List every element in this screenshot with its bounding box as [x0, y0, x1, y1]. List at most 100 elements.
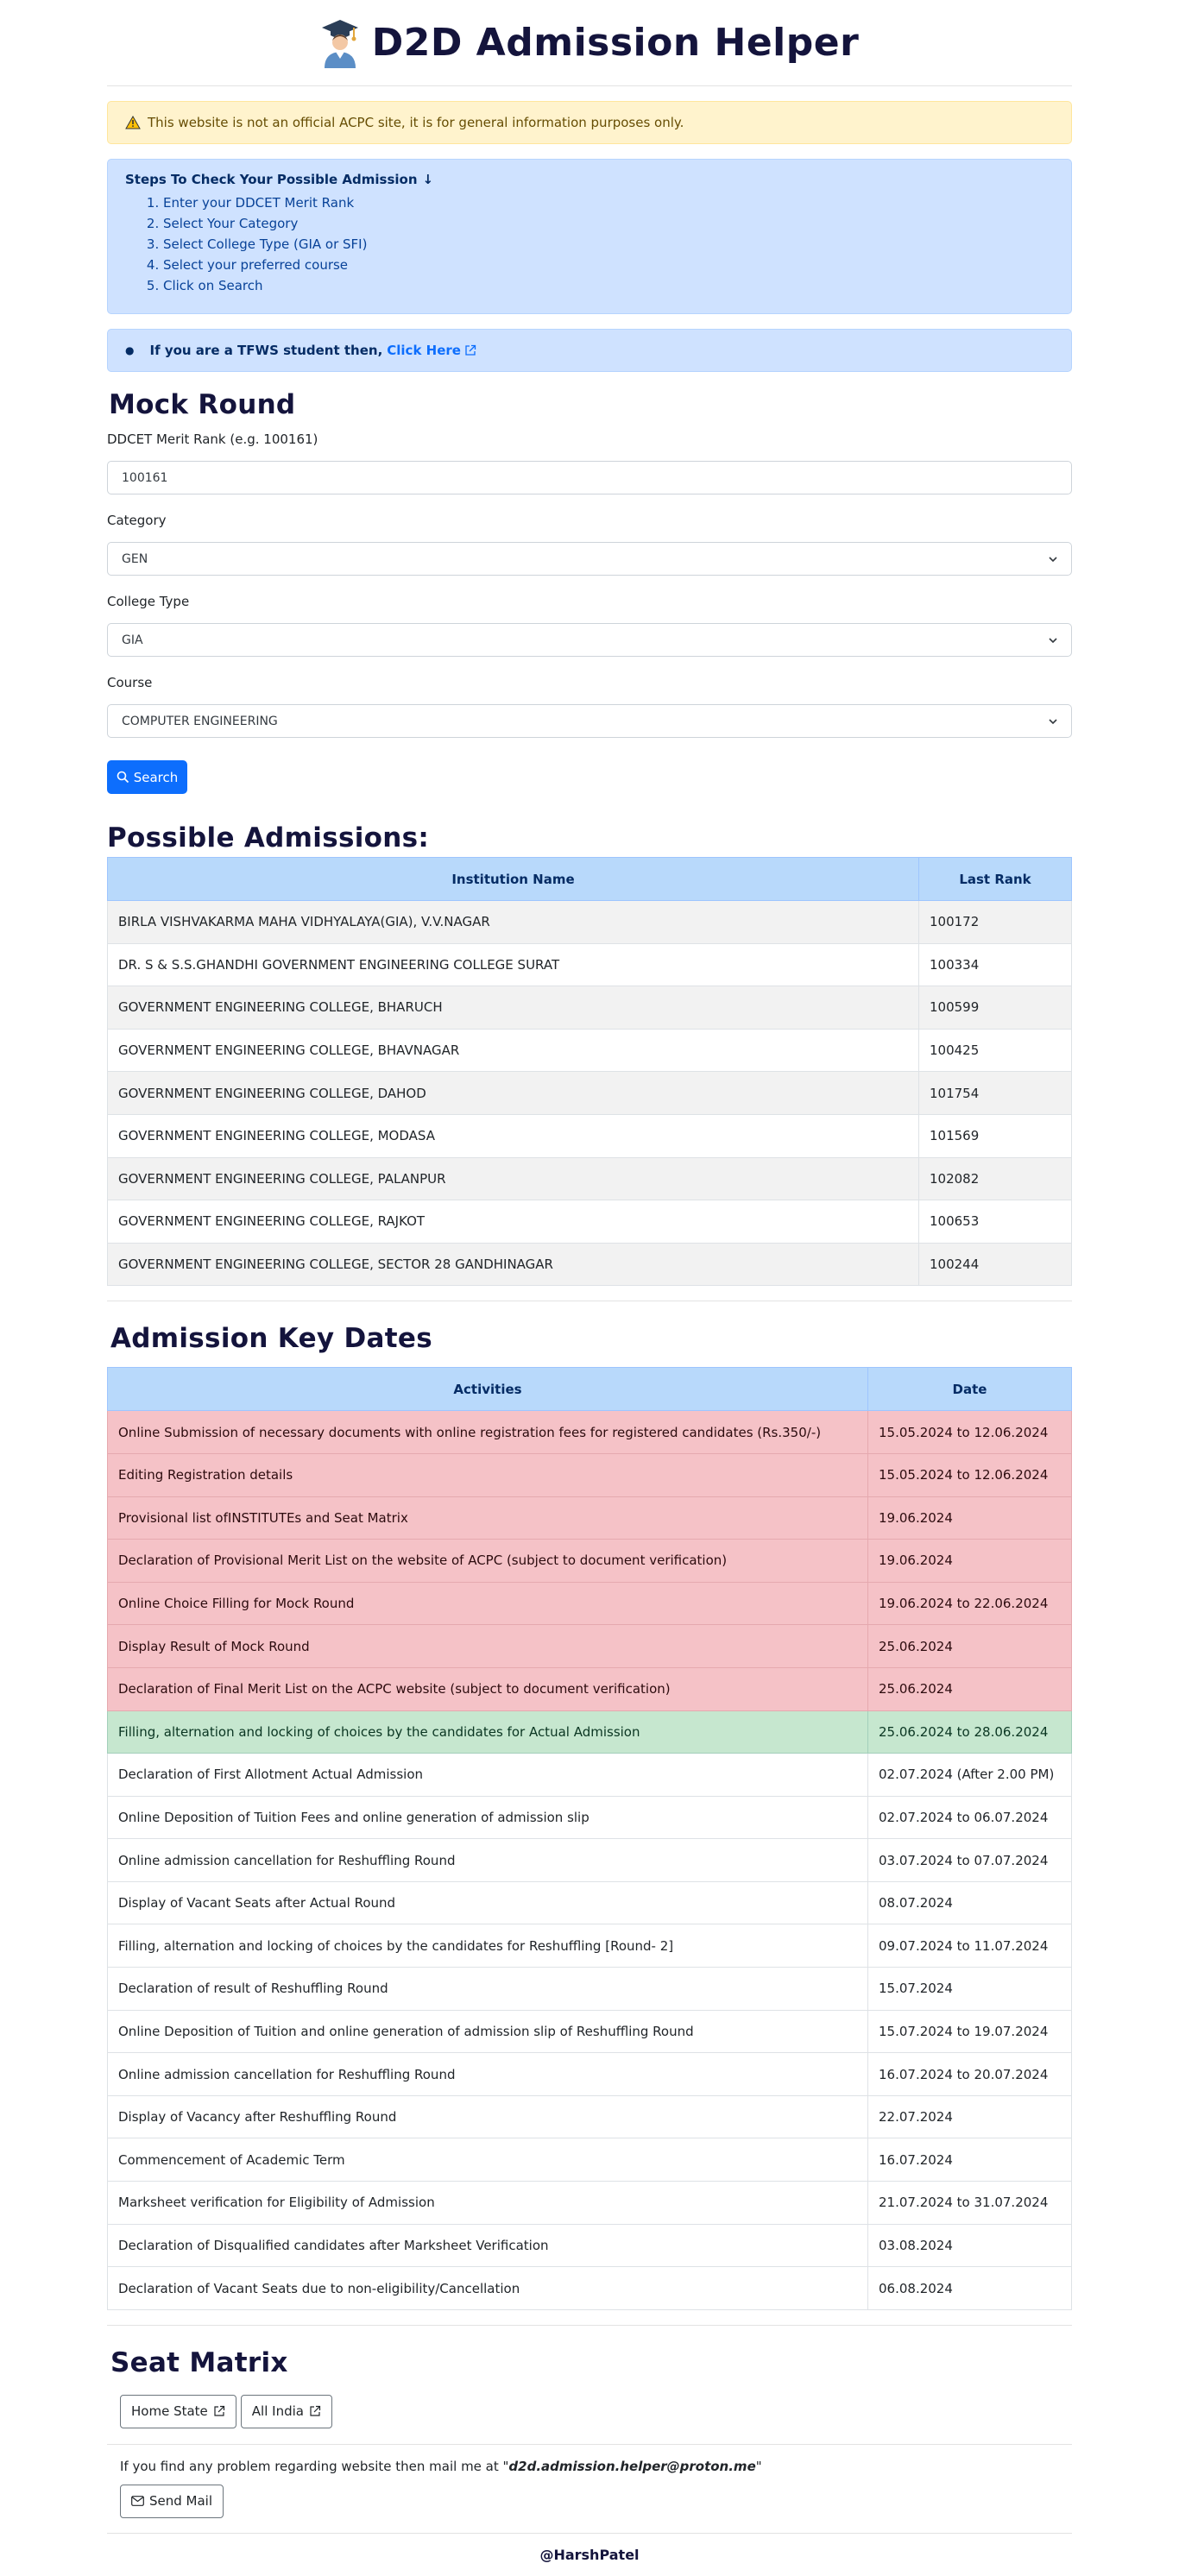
activity-cell: Online Submission of necessary documents…	[107, 1410, 868, 1454]
date-cell: 19.06.2024 to 22.06.2024	[867, 1581, 1072, 1626]
rank-input[interactable]: 100161	[107, 461, 1072, 494]
home-state-label: Home State	[131, 2403, 208, 2420]
category-select[interactable]: GEN	[107, 542, 1072, 576]
table-row: Declaration of Final Merit List on the A…	[107, 1666, 1072, 1711]
step-item: Click on Search	[163, 275, 1054, 296]
institution-cell: GOVERNMENT ENGINEERING COLLEGE, BHARUCH	[107, 986, 919, 1030]
table-row: Provisional list ofINSTITUTEs and Seat M…	[107, 1496, 1072, 1540]
send-mail-button[interactable]: Send Mail	[120, 2484, 224, 2518]
step-item: Enter your DDCET Merit Rank	[163, 192, 1054, 213]
contact-prefix: If you find any problem regarding websit…	[120, 2458, 509, 2474]
table-row: Filling, alternation and locking of choi…	[107, 1924, 1072, 1968]
date-cell: 06.08.2024	[867, 2266, 1072, 2310]
step-item: Select College Type (GIA or SFI)	[163, 234, 1054, 255]
seat-matrix-buttons: Home State All India	[120, 2394, 1072, 2428]
search-button[interactable]: Search	[107, 760, 187, 794]
table-row: GOVERNMENT ENGINEERING COLLEGE, MODASA 10…	[107, 1113, 1072, 1158]
mock-round-title: Mock Round	[109, 389, 296, 420]
home-state-button[interactable]: Home State	[120, 2394, 236, 2428]
key-dates-body: Online Submission of necessary documents…	[107, 1410, 1072, 2310]
all-india-button[interactable]: All India	[240, 2394, 332, 2428]
institution-cell: GOVERNMENT ENGINEERING COLLEGE, DAHOD	[107, 1071, 919, 1115]
date-cell: 16.07.2024	[867, 2138, 1072, 2182]
seat-matrix-title: Seat Matrix	[110, 2346, 288, 2378]
steps-alert: Steps To Check Your Possible Admission ↓…	[107, 159, 1072, 314]
college-type-group: College Type GIA	[107, 590, 1072, 665]
activity-cell: Declaration of First Allotment Actual Ad…	[107, 1753, 868, 1797]
site-header: D2D Admission Helper	[107, 0, 1072, 86]
envelope-icon	[131, 2496, 144, 2507]
rank-label: DDCET Merit Rank (e.g. 100161)	[107, 431, 318, 447]
institution-cell: DR. S & S.S.GHANDHI GOVERNMENT ENGINEERI…	[107, 942, 919, 987]
institution-cell: GOVERNMENT ENGINEERING COLLEGE, SECTOR 2…	[107, 1242, 919, 1287]
table-row: Display Result of Mock Round 25.06.2024	[107, 1624, 1072, 1668]
table-row: Online Deposition of Tuition Fees and on…	[107, 1795, 1072, 1840]
key-dates-table: Activities Date Online Submission of nec…	[107, 1367, 1072, 2310]
category-group: Category GEN	[107, 509, 1072, 584]
steps-title: Steps To Check Your Possible Admission	[125, 172, 418, 187]
disclaimer-alert: This website is not an official ACPC sit…	[107, 101, 1072, 144]
activity-cell: Marksheet verification for Eligibility o…	[107, 2181, 868, 2225]
date-cell: 19.06.2024	[867, 1496, 1072, 1540]
institution-cell: BIRLA VISHVAKARMA MAHA VIDHYALAYA(GIA), …	[107, 900, 919, 944]
tfws-alert: ● If you are a TFWS student then, Click …	[107, 329, 1072, 372]
last-rank-cell: 100172	[918, 900, 1072, 944]
footer-credit: @HarshPatel	[539, 2546, 640, 2563]
table-row: GOVERNMENT ENGINEERING COLLEGE, DAHOD 101…	[107, 1071, 1072, 1115]
date-cell: 25.06.2024 to 28.06.2024	[867, 1710, 1072, 1754]
search-label: Search	[133, 769, 179, 785]
page: D2D Admission Helper This website is not…	[107, 0, 1072, 2576]
table-row: GOVERNMENT ENGINEERING COLLEGE, RAJKOT 10…	[107, 1200, 1072, 1244]
table-row: Commencement of Academic Term 16.07.2024	[107, 2138, 1072, 2182]
date-cell: 15.07.2024 to 19.07.2024	[867, 2009, 1072, 2054]
date-cell: 03.08.2024	[867, 2223, 1072, 2268]
institution-cell: GOVERNMENT ENGINEERING COLLEGE, RAJKOT	[107, 1200, 919, 1244]
date-cell: 19.06.2024	[867, 1539, 1072, 1583]
table-row: Online admission cancellation for Reshuf…	[107, 2052, 1072, 2096]
steps-list: Enter your DDCET Merit Rank Select Your …	[163, 192, 1054, 296]
tfws-link[interactable]: Click Here	[387, 343, 476, 358]
key-dates-title: Admission Key Dates	[110, 1323, 432, 1355]
institution-cell: GOVERNMENT ENGINEERING COLLEGE, MODASA	[107, 1113, 919, 1158]
table-row: BIRLA VISHVAKARMA MAHA VIDHYALAYA(GIA), …	[107, 900, 1072, 944]
table-row: Declaration of Disqualified candidates a…	[107, 2223, 1072, 2268]
all-india-label: All India	[251, 2403, 304, 2420]
chevron-down-icon	[1049, 556, 1057, 562]
table-row: GOVERNMENT ENGINEERING COLLEGE, BHAVNAGA…	[107, 1028, 1072, 1073]
table-header-row: Institution Name Last Rank	[107, 857, 1072, 901]
table-row: Display of Vacancy after Reshuffling Rou…	[107, 2094, 1072, 2139]
date-cell: 03.07.2024 to 07.07.2024	[867, 1838, 1072, 1882]
step-item: Select Your Category	[163, 213, 1054, 234]
activity-cell: Declaration of result of Reshuffling Rou…	[107, 1967, 868, 2011]
table-row: Display of Vacant Seats after Actual Rou…	[107, 1880, 1072, 1925]
date-cell: 25.06.2024	[867, 1666, 1072, 1711]
college-type-select[interactable]: GIA	[107, 623, 1072, 657]
course-select[interactable]: COMPUTER ENGINEERING	[107, 704, 1072, 738]
course-group: Course COMPUTER ENGINEERING	[107, 671, 1072, 746]
contact-suffix: "	[755, 2458, 762, 2474]
send-mail-label: Send Mail	[149, 2493, 213, 2510]
course-label: Course	[107, 675, 153, 690]
table-row: Declaration of Vacant Seats due to non-e…	[107, 2266, 1072, 2310]
date-cell: 08.07.2024	[867, 1880, 1072, 1925]
activity-cell: Declaration of Vacant Seats due to non-e…	[107, 2266, 868, 2310]
steps-heading: Steps To Check Your Possible Admission ↓	[125, 172, 1054, 187]
chevron-down-icon	[1049, 637, 1057, 643]
category-label: Category	[107, 513, 167, 528]
date-cell: 15.05.2024 to 12.06.2024	[867, 1452, 1072, 1497]
date-header: Date	[867, 1367, 1072, 1412]
rank-group: DDCET Merit Rank (e.g. 100161) 100161	[107, 428, 1072, 503]
college-type-value: GIA	[122, 633, 143, 647]
table-row: Declaration of First Allotment Actual Ad…	[107, 1753, 1072, 1797]
last-rank-cell: 100425	[918, 1028, 1072, 1073]
activity-cell: Commencement of Academic Term	[107, 2138, 868, 2182]
date-cell: 02.07.2024 (After 2.00 PM)	[867, 1753, 1072, 1797]
table-row: GOVERNMENT ENGINEERING COLLEGE, PALANPUR…	[107, 1156, 1072, 1201]
table-row: Editing Registration details 15.05.2024 t…	[107, 1452, 1072, 1497]
date-cell: 15.05.2024 to 12.06.2024	[867, 1410, 1072, 1454]
date-cell: 21.07.2024 to 31.07.2024	[867, 2181, 1072, 2225]
step-item: Select your preferred course	[163, 255, 1054, 275]
external-link-icon	[465, 344, 476, 356]
graduate-icon	[321, 19, 358, 68]
institution-cell: GOVERNMENT ENGINEERING COLLEGE, PALANPUR	[107, 1156, 919, 1201]
